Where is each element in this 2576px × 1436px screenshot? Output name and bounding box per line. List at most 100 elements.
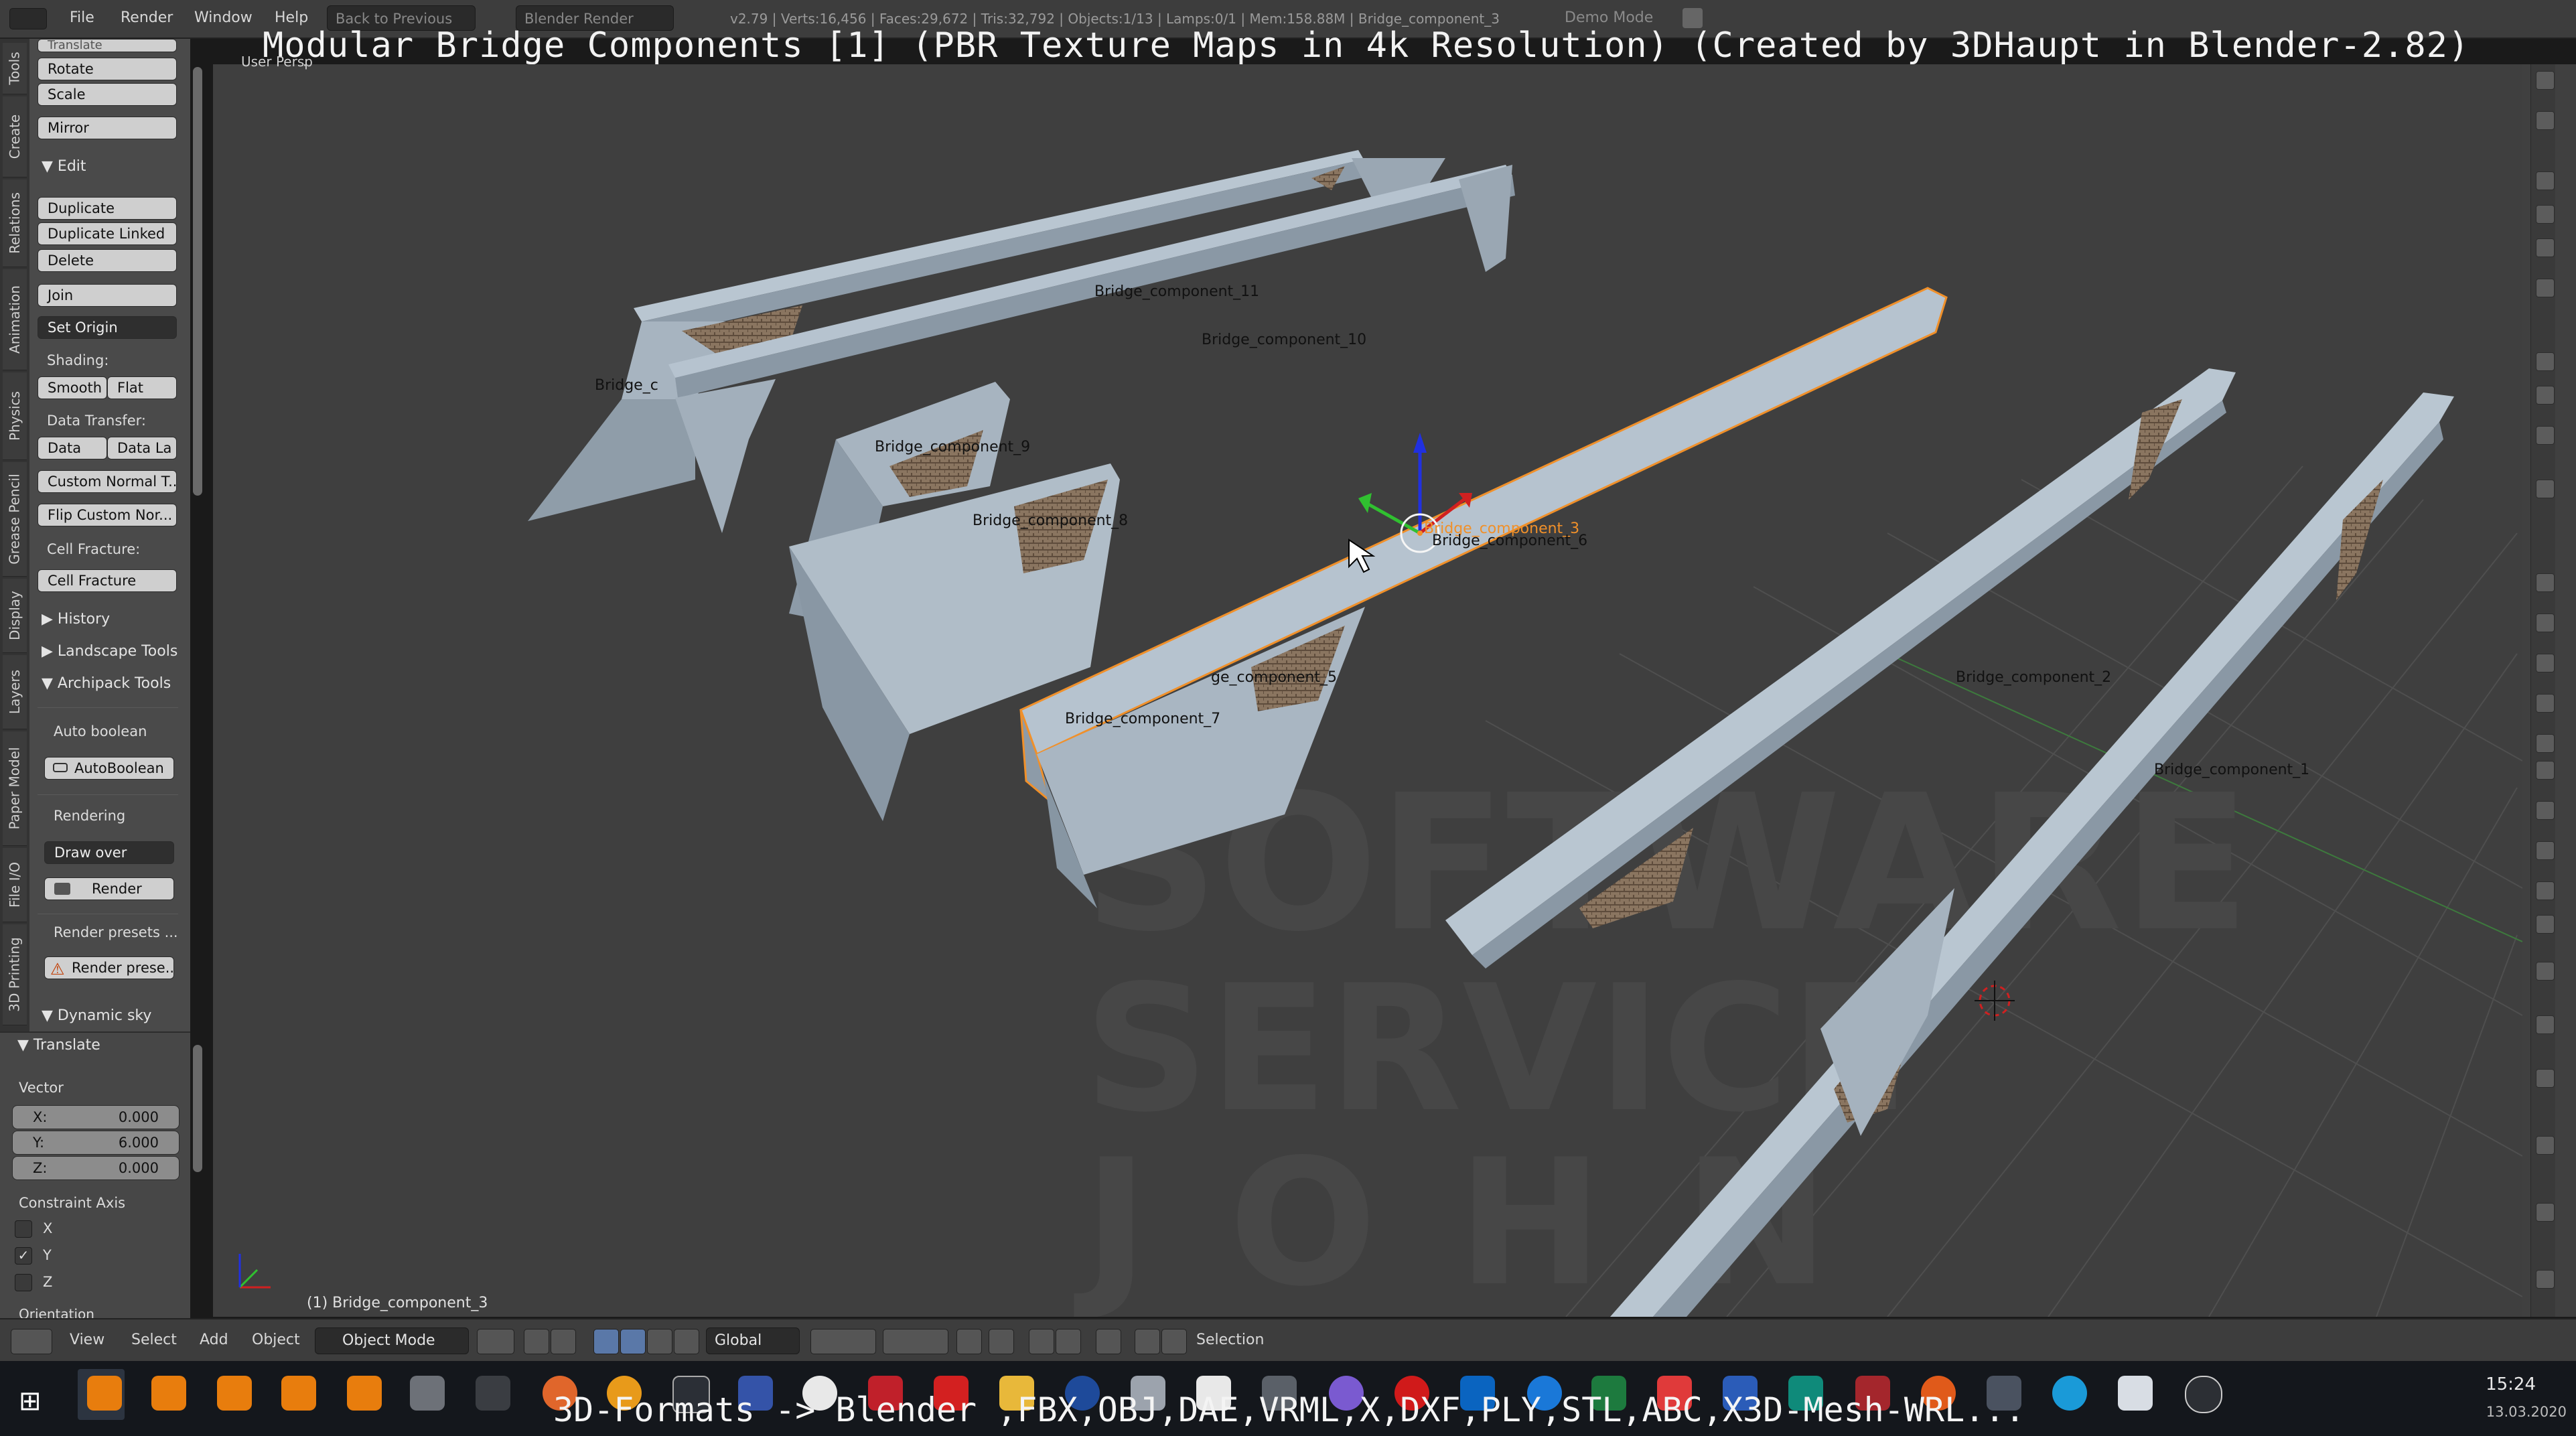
- taskbar-tool-icon[interactable]: [476, 1376, 510, 1411]
- vtab-grease-pencil[interactable]: Grease Pencil: [3, 462, 27, 577]
- archipack-panel-header[interactable]: ▼ Archipack Tools: [42, 675, 171, 692]
- menu-file[interactable]: File: [70, 9, 94, 26]
- viewport-shading-select[interactable]: [477, 1329, 514, 1354]
- render-presets-button[interactable]: ⚠ Render prese...: [44, 956, 174, 979]
- constraint-x-checkbox[interactable]: [15, 1220, 32, 1238]
- render-preview-icon[interactable]: [989, 1329, 1014, 1354]
- render-animation-icon[interactable]: [1161, 1329, 1187, 1354]
- properties-strip-icon[interactable]: [2536, 426, 2555, 445]
- properties-strip-icon[interactable]: [2536, 171, 2555, 190]
- duplicate-linked-button[interactable]: Duplicate Linked: [38, 222, 177, 245]
- vector-x-field[interactable]: X: 0.000: [12, 1105, 180, 1129]
- operator-panel-scrollbar[interactable]: [193, 1045, 202, 1172]
- properties-strip-icon[interactable]: [2536, 1203, 2555, 1222]
- scale-button[interactable]: Scale: [38, 83, 177, 106]
- lock-layers-icon[interactable]: [956, 1329, 982, 1354]
- vector-y-field[interactable]: Y: 6.000: [12, 1131, 180, 1155]
- vtab-layers[interactable]: Layers: [3, 655, 27, 729]
- duplicate-button[interactable]: Duplicate: [38, 197, 177, 220]
- properties-strip-icon[interactable]: [2536, 1270, 2555, 1289]
- data-transfer-button[interactable]: Data: [38, 437, 107, 459]
- taskbar-blender-3-icon[interactable]: [217, 1376, 252, 1411]
- landscape-panel-header[interactable]: ▶ Landscape Tools: [42, 643, 177, 660]
- taskbar-app-13-icon[interactable]: [2185, 1376, 2222, 1413]
- constraint-y-checkbox[interactable]: ✓: [15, 1247, 32, 1265]
- vtab-relations[interactable]: Relations: [3, 180, 27, 267]
- properties-strip-icon[interactable]: [2536, 111, 2555, 130]
- properties-strip-icon[interactable]: [2536, 238, 2555, 257]
- taskbar-skype-icon[interactable]: [2052, 1376, 2087, 1411]
- menu-render[interactable]: Render: [121, 9, 173, 26]
- taskbar-blender-5-icon[interactable]: [347, 1376, 382, 1411]
- properties-strip-icon[interactable]: [2536, 1069, 2555, 1088]
- vtab-display[interactable]: Display: [3, 579, 27, 653]
- properties-strip-icon[interactable]: [2536, 480, 2555, 498]
- properties-strip-icon[interactable]: [2536, 205, 2555, 224]
- menu-object[interactable]: Object: [252, 1332, 300, 1348]
- tool-shelf-scrollbar[interactable]: [193, 67, 202, 496]
- draw-over-select[interactable]: Draw over: [44, 841, 174, 864]
- properties-strip-icon[interactable]: [2536, 962, 2555, 981]
- menu-help[interactable]: Help: [275, 9, 308, 26]
- rotate-manipulator-icon[interactable]: [620, 1329, 646, 1354]
- vtab-physics[interactable]: Physics: [3, 372, 27, 460]
- editor-type-button[interactable]: [9, 8, 47, 29]
- taskbar-blender-4-icon[interactable]: [281, 1376, 316, 1411]
- constraint-z-checkbox[interactable]: [15, 1274, 32, 1291]
- snap-icon[interactable]: [674, 1329, 699, 1354]
- manipulator-icon[interactable]: [551, 1329, 576, 1354]
- data-layout-button[interactable]: Data La: [107, 437, 177, 459]
- layers-grid-2-icon[interactable]: [883, 1329, 948, 1354]
- vector-z-field[interactable]: Z: 0.000: [12, 1156, 180, 1180]
- rotate-button[interactable]: Rotate: [38, 58, 177, 80]
- properties-strip-icon[interactable]: [2536, 71, 2555, 90]
- scale-manipulator-icon[interactable]: [647, 1329, 672, 1354]
- 3d-viewport[interactable]: SOFTWARE SERVICE JOHN: [213, 64, 2522, 1317]
- properties-strip-icon[interactable]: [2536, 1015, 2555, 1034]
- edit-panel-header[interactable]: ▼ Edit: [42, 158, 86, 175]
- vtab-3d-printing[interactable]: 3D Printing: [3, 924, 27, 1025]
- vtab-animation[interactable]: Animation: [3, 269, 27, 370]
- delete-button[interactable]: Delete: [38, 249, 177, 272]
- taskbar-app-icon[interactable]: [410, 1376, 445, 1411]
- properties-strip-icon[interactable]: [2536, 761, 2555, 780]
- properties-strip-icon[interactable]: [2536, 881, 2555, 900]
- operator-panel-header[interactable]: ▼ Translate: [17, 1037, 100, 1054]
- layers-grid-icon[interactable]: [810, 1329, 876, 1354]
- object-mode-select[interactable]: Object Mode: [315, 1327, 469, 1354]
- custom-normal-button[interactable]: Custom Normal T...: [38, 470, 177, 493]
- vtab-create[interactable]: Create: [3, 96, 27, 177]
- history-panel-header[interactable]: ▶ History: [42, 611, 110, 628]
- translate-manipulator-icon[interactable]: [593, 1329, 619, 1354]
- occlude-icon[interactable]: [1029, 1329, 1054, 1354]
- shade-flat-button[interactable]: Flat: [107, 376, 177, 399]
- dynamic-sky-panel-header[interactable]: ▼ Dynamic sky: [42, 1007, 151, 1024]
- properties-strip-icon[interactable]: [2536, 614, 2555, 632]
- menu-select[interactable]: Select: [131, 1332, 177, 1348]
- menu-view[interactable]: View: [70, 1332, 104, 1348]
- taskbar-blender-2-icon[interactable]: [151, 1376, 186, 1411]
- windows-start-icon[interactable]: ⊞: [19, 1388, 42, 1415]
- auto-boolean-button[interactable]: AutoBoolean: [44, 757, 174, 780]
- editor-type-button[interactable]: [11, 1329, 52, 1354]
- properties-strip-icon[interactable]: [2536, 352, 2555, 371]
- properties-strip-icon[interactable]: [2536, 573, 2555, 592]
- flip-custom-normals-button[interactable]: Flip Custom Nor...: [38, 504, 177, 526]
- menu-window[interactable]: Window: [194, 9, 253, 26]
- vtab-file-i-o[interactable]: File I/O: [3, 848, 27, 922]
- taskbar-app-12-icon[interactable]: [2118, 1376, 2153, 1411]
- properties-strip-icon[interactable]: [2536, 841, 2555, 860]
- render-button[interactable]: Render: [44, 877, 174, 900]
- render-view-icon[interactable]: [1135, 1329, 1160, 1354]
- transform-orientation-select[interactable]: Global: [706, 1327, 800, 1354]
- properties-strip-icon[interactable]: [2536, 386, 2555, 405]
- menu-add[interactable]: Add: [200, 1332, 228, 1348]
- set-origin-select[interactable]: Set Origin: [38, 316, 177, 339]
- properties-strip-icon[interactable]: [2536, 915, 2555, 934]
- properties-strip-icon[interactable]: [2536, 734, 2555, 753]
- properties-strip-icon[interactable]: [2536, 1136, 2555, 1155]
- pivot-point-icon[interactable]: [524, 1329, 549, 1354]
- translate-button[interactable]: Translate: [38, 39, 177, 52]
- properties-strip-icon[interactable]: [2536, 694, 2555, 713]
- taskbar-blender-icon[interactable]: [87, 1376, 122, 1411]
